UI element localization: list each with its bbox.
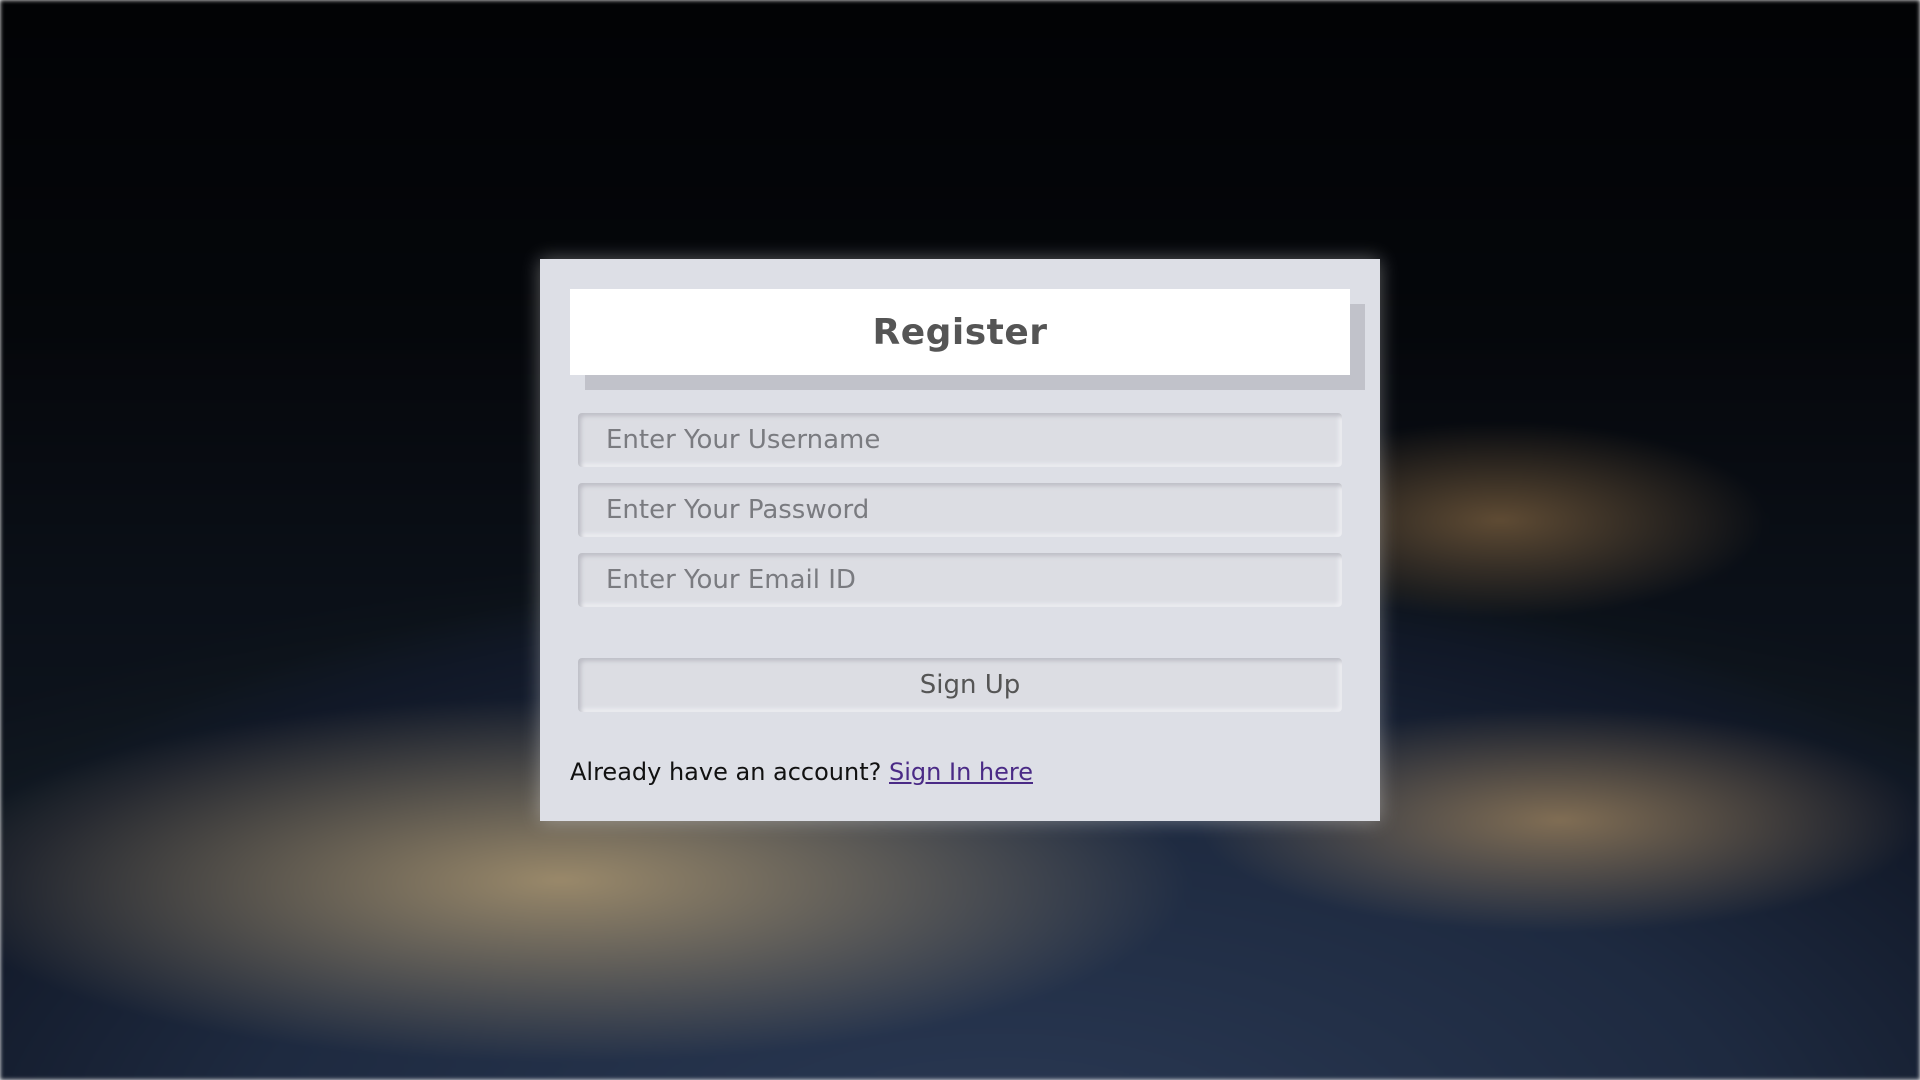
username-input[interactable]	[578, 413, 1342, 467]
sign-in-link[interactable]: Sign In here	[889, 758, 1033, 786]
register-card: Register Sign Up Already have an account…	[540, 259, 1380, 821]
page-title: Register	[872, 311, 1048, 353]
sign-up-button[interactable]: Sign Up	[578, 658, 1342, 712]
email-input[interactable]	[578, 553, 1342, 607]
sign-in-prompt: Already have an account? Sign In here	[570, 758, 1033, 786]
password-input[interactable]	[578, 483, 1342, 537]
sign-in-prompt-text: Already have an account?	[570, 758, 890, 786]
title-box: Register	[570, 289, 1350, 375]
